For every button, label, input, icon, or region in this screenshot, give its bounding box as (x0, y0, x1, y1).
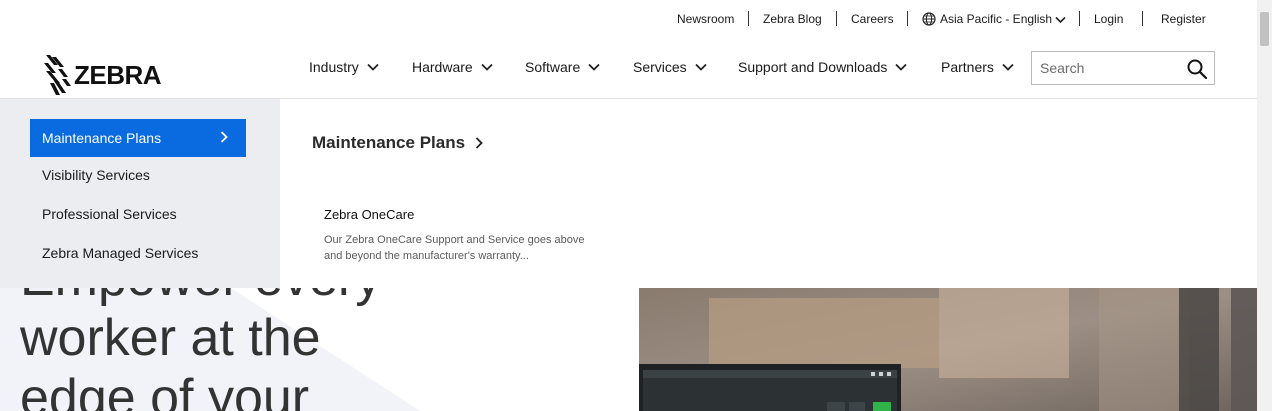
divider (748, 11, 749, 26)
chevron-right-icon (220, 131, 228, 143)
newsroom-link[interactable]: Newsroom (677, 12, 734, 26)
register-link[interactable]: Register (1161, 12, 1206, 26)
hero-heading: Empower every worker at the edge of your (20, 288, 381, 411)
zebra-blog-link[interactable]: Zebra Blog (763, 12, 822, 26)
divider (1079, 11, 1080, 26)
scrollbar-thumb[interactable] (1260, 12, 1269, 46)
zebra-logo[interactable]: ZEBRA (44, 52, 162, 98)
hero-heading-line: edge of your (20, 369, 310, 411)
submenu-item-zebra-managed-services[interactable]: Zebra Managed Services (30, 234, 246, 272)
nav-label: Services (633, 59, 687, 75)
panel-title: Maintenance Plans (312, 133, 466, 152)
hero-section: Empower every worker at the edge of your (0, 288, 1257, 411)
nav-industry[interactable]: Industry (309, 59, 379, 75)
chevron-down-icon (1055, 16, 1066, 24)
panel-title-link[interactable]: Maintenance Plans (312, 133, 483, 153)
nav-label: Partners (941, 59, 994, 75)
nav-label: Support and Downloads (738, 59, 888, 75)
search-input[interactable] (1032, 52, 1182, 84)
search-box (1031, 51, 1215, 85)
submenu-item-visibility-services[interactable]: Visibility Services (30, 156, 246, 194)
region-label: Asia Pacific - English (940, 12, 1053, 26)
login-link[interactable]: Login (1094, 12, 1123, 26)
submenu-panel: Maintenance Plans Zebra OneCare Our Zebr… (280, 99, 1257, 288)
page-scrollbar[interactable] (1257, 0, 1272, 411)
onecare-link[interactable]: Zebra OneCare (324, 207, 414, 222)
hero-image (639, 288, 1257, 411)
chevron-right-icon (475, 137, 483, 149)
nav-label: Software (525, 59, 581, 75)
submenu-item-professional-services[interactable]: Professional Services (30, 195, 246, 233)
chevron-down-icon (1002, 63, 1014, 71)
hero-photo-illustration (639, 288, 1257, 411)
chevron-down-icon (481, 63, 493, 71)
divider (1142, 11, 1143, 26)
careers-link[interactable]: Careers (851, 12, 894, 26)
globe-icon (922, 12, 936, 26)
submenu-item-maintenance-plans[interactable]: Maintenance Plans (30, 119, 246, 157)
chevron-down-icon (588, 63, 600, 71)
chevron-down-icon (367, 63, 379, 71)
services-submenu: Maintenance Plans Visibility Services Pr… (0, 99, 280, 288)
nav-support-downloads[interactable]: Support and Downloads (738, 59, 908, 75)
nav-partners[interactable]: Partners (941, 59, 1014, 75)
chevron-down-icon (695, 63, 707, 71)
zebra-head-icon (44, 55, 71, 95)
logo-wordmark: ZEBRA (74, 59, 162, 90)
submenu-item-label: Maintenance Plans (42, 130, 162, 146)
search-icon[interactable] (1186, 58, 1208, 80)
nav-software[interactable]: Software (525, 59, 600, 75)
utility-bar: Newsroom Zebra Blog Careers Asia Pacific… (0, 0, 1257, 38)
onecare-description: Our Zebra OneCare Support and Service go… (324, 234, 585, 262)
nav-label: Industry (309, 59, 359, 75)
divider (836, 11, 837, 26)
nav-services[interactable]: Services (633, 59, 707, 75)
nav-hardware[interactable]: Hardware (412, 59, 493, 75)
hero-heading-line: Empower every (20, 288, 381, 308)
submenu-item-label: Professional Services (42, 206, 177, 222)
hero-heading-line: worker at the (20, 309, 321, 367)
region-selector[interactable]: Asia Pacific - English (922, 12, 1066, 26)
submenu-item-label: Visibility Services (42, 167, 150, 183)
chevron-down-icon (895, 63, 908, 71)
nav-label: Hardware (412, 59, 473, 75)
divider (907, 11, 908, 26)
submenu-item-label: Zebra Managed Services (42, 245, 199, 261)
